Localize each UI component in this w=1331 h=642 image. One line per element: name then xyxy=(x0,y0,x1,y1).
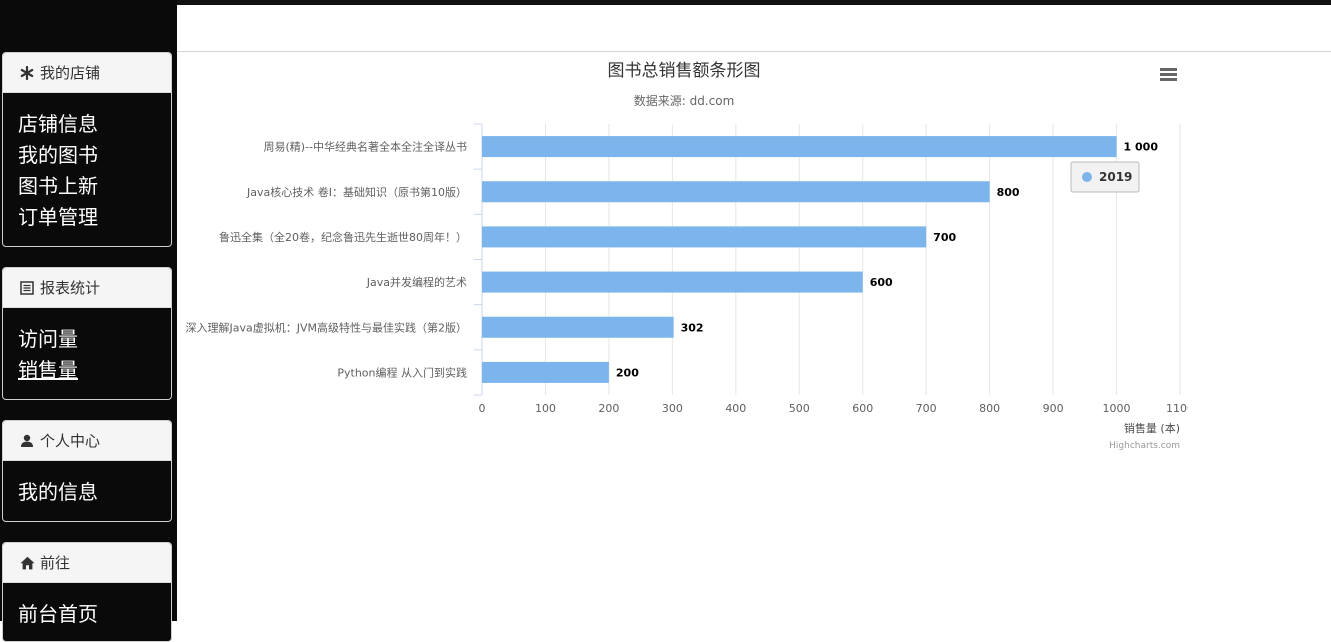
panel-personal-center: 个人中心 我的信息 xyxy=(2,420,172,522)
nav-sales-volume[interactable]: 销售量 xyxy=(18,355,171,386)
highcharts-credit[interactable]: Highcharts.com xyxy=(1109,441,1180,451)
bar[interactable] xyxy=(482,271,863,293)
legend-item-2019[interactable]: 2019 xyxy=(1099,170,1132,184)
tick-label: 800 xyxy=(979,402,1000,415)
tick-label: 400 xyxy=(725,402,746,415)
bar[interactable] xyxy=(482,226,927,248)
category-label: 周易(精)--中华经典名著全本全注全译丛书 xyxy=(263,140,467,154)
panel-body: 前台首页 xyxy=(3,583,171,630)
category-label: 深入理解Java虚拟机：JVM高级特性与最佳实践（第2版） xyxy=(186,320,468,334)
category-labels: 周易(精)--中华经典名著全本全注全译丛书 Java核心技术 卷I：基础知识（原书… xyxy=(186,140,468,380)
panel-reports: 报表统计 访问量 销售量 xyxy=(2,267,172,400)
data-label: 800 xyxy=(997,186,1020,199)
bar[interactable] xyxy=(482,136,1117,158)
panel-header-personal-center: 个人中心 xyxy=(3,421,171,461)
panel-header-go-to: 前往 xyxy=(3,543,171,583)
nav-shop-info[interactable]: 店铺信息 xyxy=(18,109,171,140)
bar[interactable] xyxy=(482,316,674,338)
main-content: 图书总销售额条形图 数据来源: dd.com 周易(精)--中华经典名著全本全注… xyxy=(177,0,1331,621)
nav-order-management[interactable]: 订单管理 xyxy=(18,202,171,233)
tick-label: 700 xyxy=(916,402,937,415)
top-bar xyxy=(177,0,1331,52)
chart-subtitle: 数据来源: dd.com xyxy=(634,93,735,108)
tick-label: 600 xyxy=(852,402,873,415)
sidebar: 我的店铺 店铺信息 我的图书 图书上新 订单管理 报表统计 访问量 销售量 个人… xyxy=(0,0,177,642)
chart-title: 图书总销售额条形图 xyxy=(608,61,761,81)
panel-body: 店铺信息 我的图书 图书上新 订单管理 xyxy=(3,93,171,233)
data-label: 1 000 xyxy=(1124,141,1159,154)
menu-icon[interactable] xyxy=(1152,62,1177,84)
category-label: Java核心技术 卷I：基础知识（原书第10版） xyxy=(246,185,467,199)
legend-marker xyxy=(1082,172,1092,182)
bar[interactable] xyxy=(482,181,990,203)
panel-title: 我的店铺 xyxy=(40,64,101,82)
user-icon xyxy=(19,433,35,449)
panel-title: 个人中心 xyxy=(40,432,101,450)
panel-header-reports: 报表统计 xyxy=(3,268,171,308)
panel-my-shop: 我的店铺 店铺信息 我的图书 图书上新 订单管理 xyxy=(2,52,172,247)
panel-body: 访问量 销售量 xyxy=(3,308,171,386)
asterisk-icon xyxy=(19,65,35,81)
home-icon xyxy=(19,555,35,571)
sales-bar-chart: 图书总销售额条形图 数据来源: dd.com 周易(精)--中华经典名著全本全注… xyxy=(186,61,1189,451)
category-label: 鲁迅全集（全20卷，纪念鲁迅先生逝世80周年！） xyxy=(219,230,467,244)
panel-go-to: 前往 前台首页 xyxy=(2,542,172,642)
panel-body: 我的信息 xyxy=(3,461,171,508)
value-axis-title: 销售量 (本) xyxy=(1124,421,1180,435)
panel-title: 报表统计 xyxy=(40,279,101,297)
category-label: Java并发编程的艺术 xyxy=(366,275,467,289)
nav-frontend-home[interactable]: 前台首页 xyxy=(18,599,171,630)
panel-title: 前往 xyxy=(40,554,71,572)
tick-label: 500 xyxy=(789,402,810,415)
tick-labels: 0 100 200 300 400 500 600 700 800 900 1000 1100 xyxy=(479,402,1189,415)
tick-label: 300 xyxy=(662,402,683,415)
tick-label: 900 xyxy=(1043,402,1064,415)
nav-my-books[interactable]: 我的图书 xyxy=(18,140,171,171)
tick-label: 200 xyxy=(598,402,619,415)
tick-label: 1000 xyxy=(1103,402,1131,415)
panel-header-my-shop: 我的店铺 xyxy=(3,53,171,93)
list-icon xyxy=(19,280,35,296)
data-label: 302 xyxy=(681,321,704,334)
tick-label: 0 xyxy=(479,402,486,415)
nav-new-book[interactable]: 图书上新 xyxy=(18,171,171,202)
tick-label: 1100 xyxy=(1166,402,1188,415)
tick-label: 100 xyxy=(535,402,556,415)
legend: 2019 xyxy=(1070,161,1140,193)
bar[interactable] xyxy=(482,361,609,383)
data-label: 200 xyxy=(616,366,639,379)
data-label: 600 xyxy=(870,276,893,289)
data-label: 700 xyxy=(933,231,956,244)
nav-visits[interactable]: 访问量 xyxy=(18,324,171,355)
category-label: Python编程 从入门到实践 xyxy=(337,365,467,379)
nav-my-info[interactable]: 我的信息 xyxy=(18,477,171,508)
